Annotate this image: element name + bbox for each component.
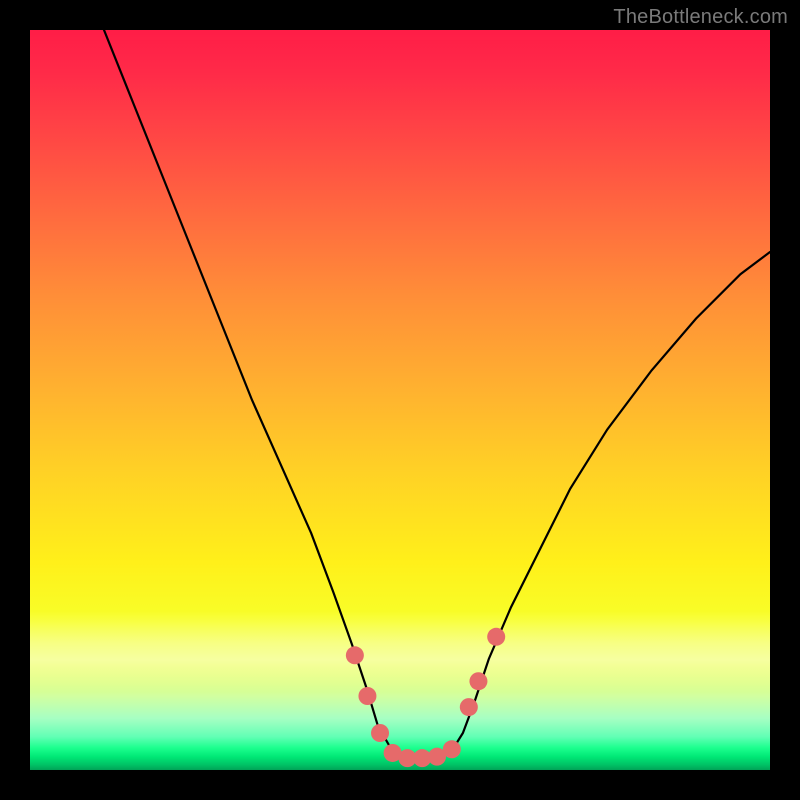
chart-stage: TheBottleneck.com (0, 0, 800, 800)
bottleneck-curve (104, 30, 770, 758)
curve-layer (30, 30, 770, 770)
highlight-dot (469, 672, 487, 690)
highlight-dot (346, 646, 364, 664)
highlight-dot (371, 724, 389, 742)
watermark-text: TheBottleneck.com (613, 6, 788, 29)
highlight-dot (358, 687, 376, 705)
highlight-dot (443, 740, 461, 758)
highlight-dots (346, 628, 505, 767)
highlight-dot (460, 698, 478, 716)
highlight-dot (487, 628, 505, 646)
plot-area (30, 30, 770, 770)
